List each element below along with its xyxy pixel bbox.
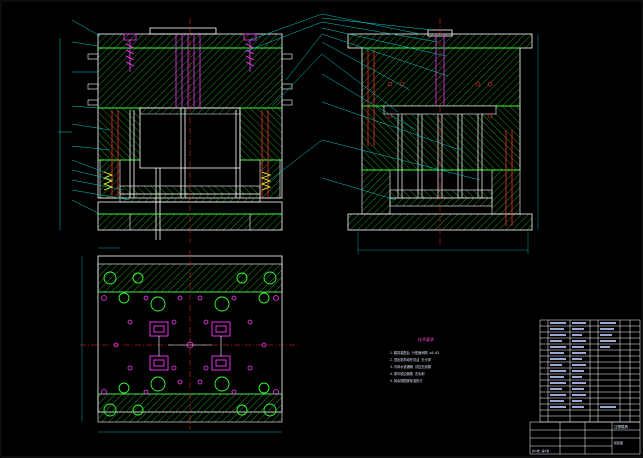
parts-list-entries	[550, 322, 616, 408]
note-line-5: 5.其余按国家标准执行	[390, 378, 423, 383]
drawing-border	[0, 0, 643, 458]
plan-view	[80, 247, 298, 433]
cad-drawing-canvas[interactable]: 技术要求 1.模具装配后 分型面间隙 ≤0.02 2.顶出机构动作灵活 无卡滞 …	[0, 0, 643, 458]
side-section-view	[347, 18, 539, 254]
note-line-4: 4.零件锐边倒角 去毛刺	[390, 371, 424, 376]
drawing-title: 注塑模具	[614, 424, 628, 429]
technical-notes: 技术要求 1.模具装配后 分型面间隙 ≤0.02 2.顶出机构动作灵活 无卡滞 …	[390, 336, 439, 383]
sheet-number: 共1张 第1张	[532, 448, 549, 453]
drawing-subtitle: 装配图	[614, 440, 623, 445]
notes-title: 技术要求	[418, 336, 434, 342]
note-line-3: 3.冷却水道通畅 试压无渗漏	[390, 364, 431, 369]
front-section-view	[87, 18, 293, 242]
note-line-1: 1.模具装配后 分型面间隙 ≤0.02	[390, 350, 439, 355]
note-line-2: 2.顶出机构动作灵活 无卡滞	[390, 357, 432, 362]
